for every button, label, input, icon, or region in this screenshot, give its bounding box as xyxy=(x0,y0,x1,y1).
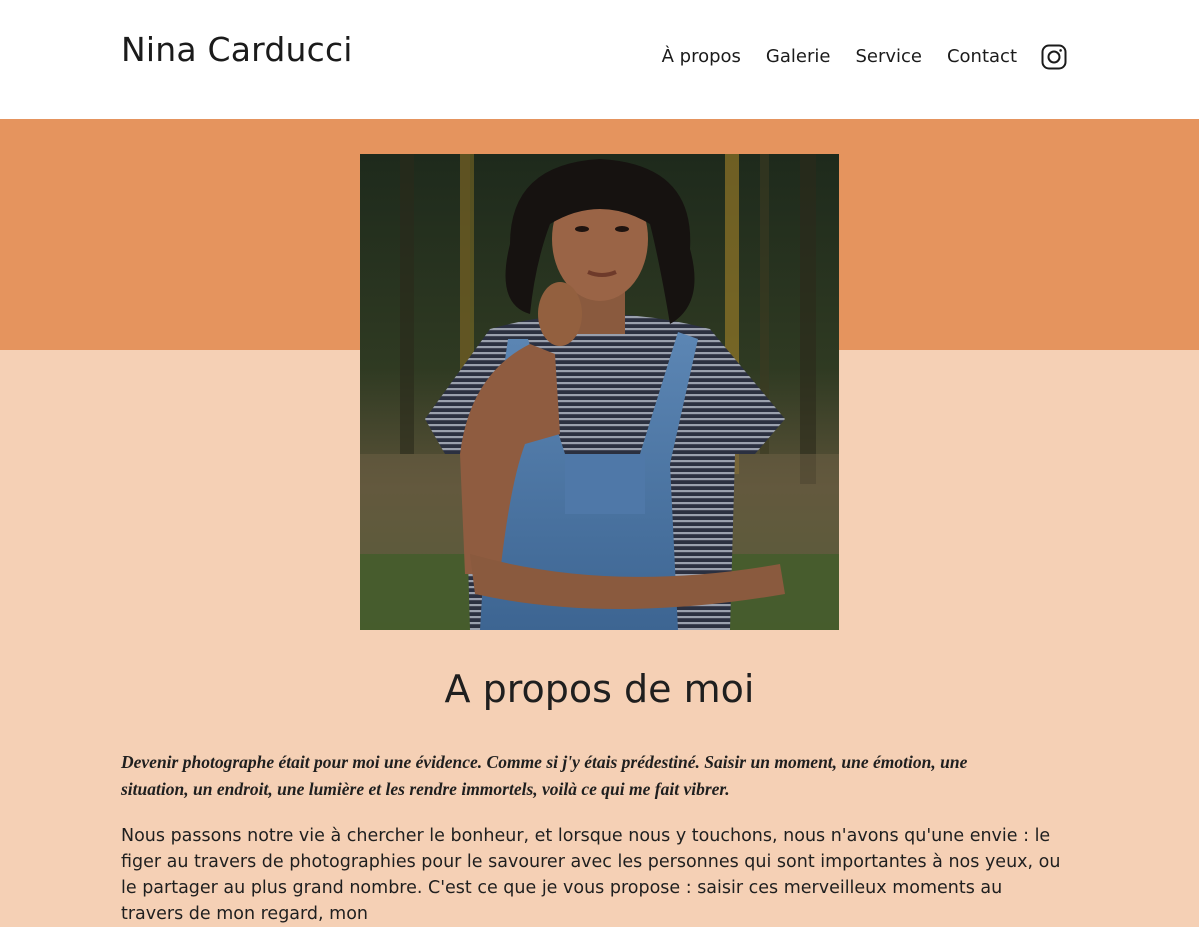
nav-link-contact[interactable]: Contact xyxy=(947,45,1017,69)
portrait-photo xyxy=(360,154,839,630)
main-nav: À propos Galerie Service Contact xyxy=(662,44,1067,70)
nav-link-service[interactable]: Service xyxy=(855,45,922,69)
about-title: A propos de moi xyxy=(444,667,755,711)
nav-link-galerie[interactable]: Galerie xyxy=(766,45,831,69)
instagram-icon[interactable] xyxy=(1041,44,1067,70)
site-brand[interactable]: Nina Carducci xyxy=(121,30,353,69)
nav-link-a-propos[interactable]: À propos xyxy=(662,45,741,69)
site-header: Nina Carducci À propos Galerie Service C… xyxy=(0,0,1199,119)
about-body-text: Nous passons notre vie à chercher le bon… xyxy=(121,826,1061,924)
about-lead-text: Devenir photographe était pour moi une é… xyxy=(121,752,968,799)
